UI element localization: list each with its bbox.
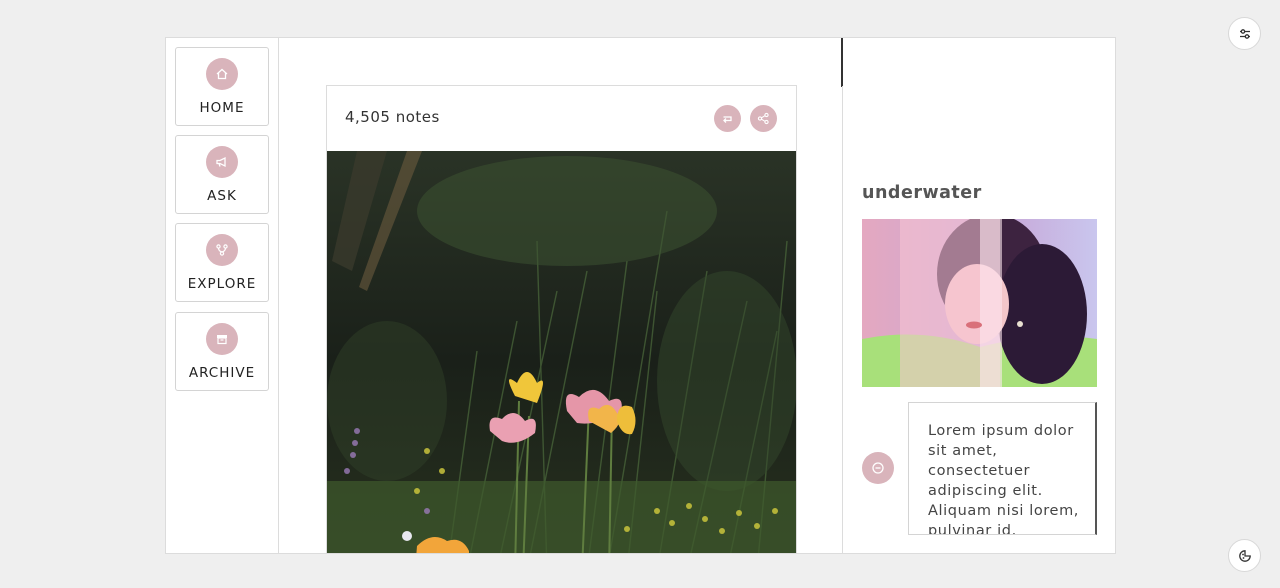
sliders-icon[interactable]	[1228, 17, 1261, 50]
description-text: Lorem ipsum dolor sit amet, consectetuer…	[928, 423, 1079, 535]
blog-description: Lorem ipsum dolor sit amet, consectetuer…	[908, 402, 1097, 535]
nav-item-label: ASK	[207, 188, 237, 204]
reblog-icon[interactable]	[714, 105, 741, 132]
minus-circle-icon[interactable]	[862, 452, 894, 484]
nav-item-label: EXPLORE	[187, 276, 257, 292]
share-icon[interactable]	[750, 105, 777, 132]
archive-icon	[206, 323, 238, 355]
nav-item-explore[interactable]: EXPLORE	[175, 223, 269, 302]
page-frame: HOME ASK EXPLORE ARCHIVE 4,505 notes und…	[165, 37, 1116, 554]
sidebar-nav: HOME ASK EXPLORE ARCHIVE	[166, 38, 279, 553]
notes-count[interactable]: 4,505 notes	[345, 108, 440, 126]
nav-item-label: HOME	[199, 100, 245, 116]
megaphone-icon	[206, 146, 238, 178]
palette-icon[interactable]	[1228, 539, 1261, 572]
nav-item-ask[interactable]: ASK	[175, 135, 269, 214]
post-header: 4,505 notes	[327, 86, 796, 151]
nav-item-label: ARCHIVE	[188, 365, 256, 381]
nav-item-home[interactable]: HOME	[175, 47, 269, 126]
tulip-garden-photo[interactable]	[327, 151, 796, 553]
column-divider	[842, 86, 843, 553]
post-card: 4,505 notes	[326, 85, 797, 553]
home-icon	[206, 58, 238, 90]
avatar-photo	[862, 219, 1097, 387]
nav-item-archive[interactable]: ARCHIVE	[175, 312, 269, 391]
text-cursor	[841, 38, 843, 87]
branch-icon	[206, 234, 238, 266]
blog-title[interactable]: underwater	[862, 183, 982, 203]
